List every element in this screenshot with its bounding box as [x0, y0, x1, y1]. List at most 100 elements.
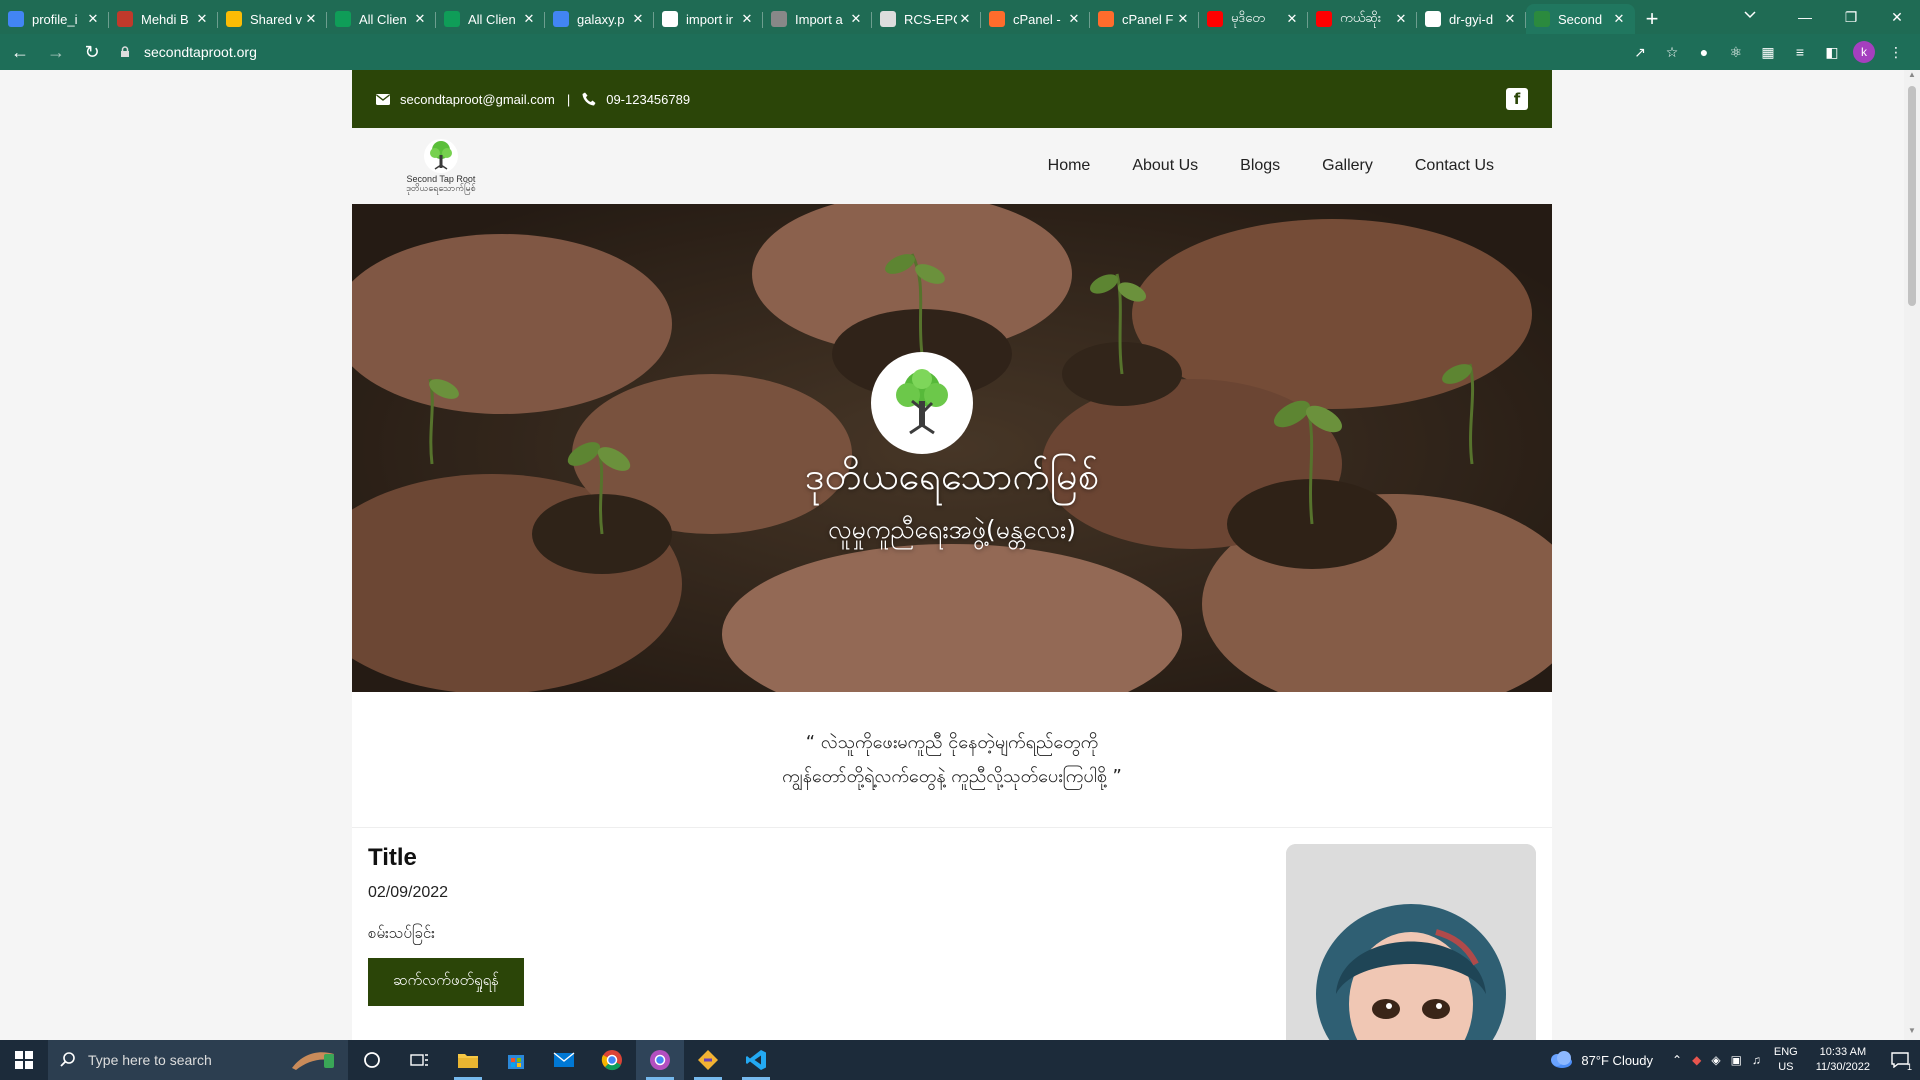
nav-blogs[interactable]: Blogs [1240, 157, 1280, 175]
browser-tab[interactable]: All Clien ✕ [327, 4, 436, 34]
file-explorer-icon[interactable] [444, 1040, 492, 1080]
close-tab-icon[interactable]: ✕ [1175, 11, 1191, 27]
restore-icon[interactable]: ❐ [1828, 0, 1874, 34]
close-tab-icon[interactable]: ✕ [1611, 11, 1627, 27]
mail-icon[interactable] [540, 1040, 588, 1080]
browser-tab[interactable]: dr-gyi-d ✕ [1417, 4, 1526, 34]
close-tab-icon[interactable]: ✕ [521, 11, 537, 27]
facebook-icon[interactable]: f [1506, 88, 1528, 110]
post-title[interactable]: Title [368, 844, 417, 872]
page-scrollbar[interactable]: ▲ ▼ [1904, 70, 1920, 1040]
browser-tab[interactable]: RCS-EPC ✕ [872, 4, 981, 34]
new-tab-button[interactable]: + [1635, 4, 1669, 34]
close-tab-icon[interactable]: ✕ [412, 11, 428, 27]
reading-list-icon[interactable]: ≡ [1784, 36, 1816, 68]
reload-icon[interactable]: ↻ [76, 36, 108, 68]
bookmark-star-icon[interactable]: ☆ [1656, 36, 1688, 68]
show-hidden-icons-icon[interactable]: ⌃ [1672, 1053, 1682, 1067]
contact-phone[interactable]: 09-123456789 [606, 92, 690, 107]
browser-tab[interactable]: galaxy.p ✕ [545, 4, 654, 34]
tab-label: import ir [686, 11, 733, 27]
extensions-puzzle-icon[interactable]: ▦ [1752, 36, 1784, 68]
cartoon-girl-image [1286, 844, 1536, 1040]
chrome-icon[interactable] [588, 1040, 636, 1080]
nav-gallery[interactable]: Gallery [1322, 157, 1373, 175]
close-tab-icon[interactable]: ✕ [739, 11, 755, 27]
address-bar[interactable]: secondtaproot.org [118, 37, 1624, 67]
tab-label: မုဒိတေ [1231, 9, 1265, 25]
weather-text: 87°F Cloudy [1581, 1052, 1654, 1068]
post-excerpt: စမ်းသပ်ခြင်း [368, 924, 435, 942]
browser-tab[interactable]: profile_i ✕ [0, 4, 109, 34]
back-arrow-icon[interactable]: ← [4, 36, 36, 68]
weather-widget[interactable]: 87°F Cloudy [1547, 1050, 1653, 1070]
google-sheets-icon [444, 11, 460, 27]
browser-tab[interactable]: import ir ✕ [654, 4, 763, 34]
close-tab-icon[interactable]: ✕ [848, 11, 864, 27]
browser-tab[interactable]: cPanel - ✕ [981, 4, 1090, 34]
cortana-icon[interactable] [348, 1040, 396, 1080]
site-logo[interactable]: Second Tap Root ဒုတိယရေသောက်မြစ် [396, 131, 486, 201]
scroll-down-icon[interactable]: ▼ [1904, 1026, 1920, 1040]
tree-logo-icon [424, 139, 458, 173]
react-devtools-icon[interactable]: ⚛ [1720, 36, 1752, 68]
network-icon[interactable]: ▣ [1731, 1053, 1742, 1067]
minimize-icon[interactable]: — [1782, 0, 1828, 34]
taskbar-search-placeholder: Type here to search [88, 1052, 212, 1068]
browser-tab[interactable]: All Clien ✕ [436, 4, 545, 34]
scroll-up-icon[interactable]: ▲ [1904, 70, 1920, 84]
browser-tab[interactable]: Shared v ✕ [218, 4, 327, 34]
windows-taskbar: Type here to search 87°F Cloudy ⌃ ◆ ◈ ▣ … [0, 1040, 1920, 1080]
read-more-button[interactable]: ဆက်လက်ဖတ်ရှုရန် [368, 958, 524, 1006]
tab-label: profile_i [32, 11, 78, 27]
clock[interactable]: 10:33 AM 11/30/2022 [1816, 1045, 1870, 1075]
profile-avatar[interactable]: k [1853, 41, 1875, 63]
microsoft-store-icon[interactable] [492, 1040, 540, 1080]
browser-tab[interactable]: cPanel F ✕ [1090, 4, 1199, 34]
browser-tab[interactable]: ကယ်ဆိုး ✕ [1308, 4, 1417, 34]
close-window-icon[interactable]: ✕ [1874, 0, 1920, 34]
chrome-menu-icon[interactable]: ⋮ [1880, 36, 1912, 68]
close-tab-icon[interactable]: ✕ [957, 11, 973, 27]
vscode-icon[interactable] [732, 1040, 780, 1080]
taskbar-search-box[interactable]: Type here to search [48, 1040, 348, 1080]
close-tab-icon[interactable]: ✕ [1066, 11, 1082, 27]
input-language[interactable]: ENG US [1774, 1045, 1798, 1075]
git-client-icon[interactable] [684, 1040, 732, 1080]
close-tab-icon[interactable]: ✕ [1502, 11, 1518, 27]
browser-tab[interactable]: မုဒိတေ ✕ [1199, 4, 1308, 34]
tab-search-icon[interactable] [1730, 0, 1770, 30]
nav-about-us[interactable]: About Us [1132, 157, 1198, 175]
close-tab-icon[interactable]: ✕ [303, 11, 319, 27]
side-panel-icon[interactable]: ◧ [1816, 36, 1848, 68]
tab-label: cPanel F [1122, 11, 1174, 27]
task-view-icon[interactable] [396, 1040, 444, 1080]
browser-tab[interactable]: Mehdi B ✕ [109, 4, 218, 34]
close-tab-icon[interactable]: ✕ [1284, 11, 1300, 27]
extension-circle-icon[interactable]: ● [1688, 36, 1720, 68]
cpanel-icon [1098, 11, 1114, 27]
search-highlight-icon [290, 1048, 338, 1075]
close-tab-icon[interactable]: ✕ [85, 11, 101, 27]
tray-app-icon[interactable]: ◆ [1692, 1053, 1701, 1067]
share-icon[interactable]: ↗ [1624, 36, 1656, 68]
contact-email[interactable]: secondtaproot@gmail.com [400, 92, 555, 107]
close-tab-icon[interactable]: ✕ [1393, 11, 1409, 27]
windows-start-icon[interactable] [0, 1040, 48, 1080]
close-tab-icon[interactable]: ✕ [194, 11, 210, 27]
notifications-icon[interactable]: 1 [1880, 1040, 1920, 1080]
chrome-profile-icon[interactable] [636, 1040, 684, 1080]
nav-contact-us[interactable]: Contact Us [1415, 157, 1494, 175]
tree-icon [896, 369, 948, 435]
magnifier-icon [60, 1051, 76, 1070]
post-thumbnail[interactable] [1286, 844, 1536, 1040]
scrollbar-thumb[interactable] [1908, 86, 1916, 306]
close-tab-icon[interactable]: ✕ [630, 11, 646, 27]
browser-tab[interactable]: Import a ✕ [763, 4, 872, 34]
security-shield-icon[interactable]: ◈ [1711, 1053, 1720, 1067]
phone-icon [582, 91, 598, 107]
volume-icon[interactable]: ♫ [1752, 1053, 1761, 1067]
browser-tab[interactable]: Second ✕ [1526, 4, 1635, 34]
nav-home[interactable]: Home [1048, 157, 1091, 175]
forward-arrow-icon[interactable]: → [40, 36, 72, 68]
